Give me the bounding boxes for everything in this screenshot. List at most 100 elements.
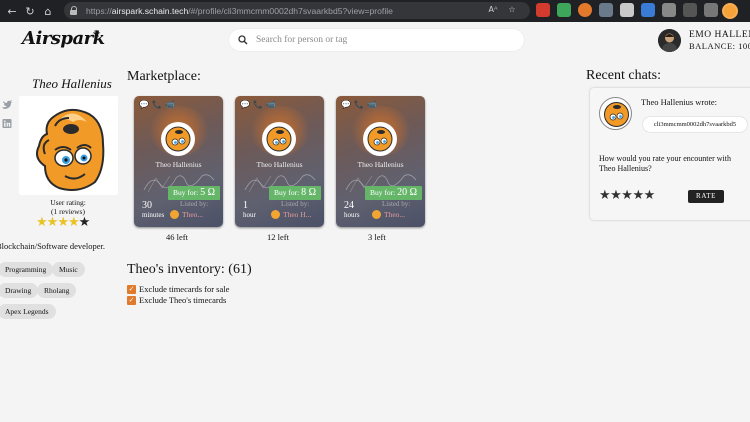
timecard[interactable]: 💬 📞 📹 Theo Hallenius Buy for: 8 Ω 1 hour L… [235,96,324,227]
user-avatar[interactable] [658,29,681,52]
url-host: airspark.schain.tech [111,5,189,16]
extension-icon[interactable] [662,3,676,17]
back-icon[interactable]: ← [2,1,22,21]
rating-question: How would you rate your encounter with T… [599,154,731,173]
tag-music[interactable]: Music [52,262,85,277]
profile-name: Theo Hallenius [32,76,112,91]
card-lister[interactable]: Theo... [372,210,405,219]
exclude-for-sale-checkbox[interactable]: ✓ Exclude timecards for sale [127,284,229,294]
extension-icon[interactable] [641,3,655,17]
chat-avatar[interactable] [599,97,632,130]
home-icon[interactable]: ⌂ [38,1,58,21]
user-balance: BALANCE: 1000 Ω [689,41,750,51]
buy-button[interactable]: Buy for: 20 Ω [364,186,422,200]
lock-icon [70,6,78,15]
extension-icon[interactable] [578,3,592,17]
card-duration: 24 [344,200,354,211]
browser-toolbar: ← ↻ ⌂ https://airspark.schain.tech/#/pro… [0,0,750,22]
phone-icon: 📞 [353,100,364,109]
timecard[interactable]: 💬 📞 📹 Theo Hallenius Buy for: 5 Ω 30 minut… [134,96,223,227]
rate-button[interactable]: RATE [688,190,724,203]
profile-bio: Blockchain/Software developer. [0,241,106,251]
extension-icon[interactable] [536,3,550,17]
rate-stars[interactable]: ★★★★★ [599,188,655,203]
listed-by-label: Listed by: [281,200,310,208]
card-duration-unit: hour [243,211,256,219]
card-lister[interactable]: Theo... [170,210,203,219]
card-duration: 1 [243,200,248,211]
card-duration: 30 [142,200,152,211]
buy-button[interactable]: Buy for: 5 Ω [167,186,220,200]
star-filled-icon: ★ [67,215,80,230]
url-path: /#/profile/cli3mmcmm0002dh7svaarkbd5?vie… [188,5,393,16]
extension-icon[interactable] [683,3,697,17]
inventory-title: Theo's inventory: (61) [127,262,252,277]
lister-name: Theo H... [283,210,312,219]
search-input[interactable] [256,35,516,45]
exclude-own-timecards-checkbox[interactable]: ✓ Exclude Theo's timecards [127,295,226,305]
remaining-count: 3 left [368,232,386,242]
card-contact-icons: 💬 📞 📹 [139,100,175,109]
card-duration-unit: minutes [142,211,165,219]
tag-apex-legends[interactable]: Apex Legends [0,304,56,319]
card-contact-icons: 💬 📞 📹 [341,100,377,109]
user-name[interactable]: EMO HALLENIUS [689,30,750,40]
video-icon: 📹 [265,100,276,109]
user-rating-stars: ★★★★★ [36,215,91,230]
card-avatar [363,122,397,156]
tag-rholang[interactable]: Rholang [37,283,77,298]
twitter-icon[interactable] [2,100,12,109]
card-price: 20 Ω [397,187,417,198]
lister-avatar [372,210,381,219]
extension-icon[interactable] [704,3,718,17]
buy-button[interactable]: Buy for: 8 Ω [268,186,321,200]
timecard[interactable]: 💬 📞 📹 Theo Hallenius Buy for: 20 Ω 24 hour… [336,96,425,227]
buy-label: Buy for: [172,188,199,197]
star-empty-icon: ★ [78,215,91,230]
listed-by-label: Listed by: [382,200,411,208]
video-icon: 📹 [366,100,377,109]
buy-label: Buy for: [369,188,396,197]
listed-by-label: Listed by: [180,200,209,208]
url-scheme: https:// [86,5,112,16]
lister-name: Theo... [384,210,406,219]
tag-drawing[interactable]: Drawing [0,283,39,298]
checkbox-checked-icon[interactable]: ✓ [127,295,136,305]
card-lister[interactable]: Theo H... [271,210,311,219]
video-icon: 📹 [164,100,175,109]
card-avatar [161,122,195,156]
linkedin-icon[interactable] [2,119,12,128]
lister-name: Theo... [182,210,204,219]
checkbox-label: Exclude timecards for sale [139,284,230,294]
chat-icon: 💬 [240,100,250,109]
read-aloud-icon[interactable]: Aᴬ [486,3,500,17]
chat-icon: 💬 [341,100,351,109]
address-bar[interactable]: https://airspark.schain.tech/#/profile/c… [64,2,530,19]
browser-profile-avatar[interactable] [722,3,738,19]
mascot-image [36,108,105,191]
address-bar-actions: Aᴬ ☆ [486,3,519,17]
chat-icon: 💬 [139,100,149,109]
chat-message-bubble[interactable]: cli3mmcmm0002dh7svaarkbd5 [643,117,747,132]
recent-chats-title: Recent chats: [586,68,662,83]
extension-icon[interactable] [599,3,613,17]
star-filled-icon: ★ [36,215,48,230]
extension-icon[interactable] [620,3,634,17]
checkbox-checked-icon[interactable]: ✓ [127,284,136,294]
extension-icon[interactable] [557,3,571,17]
tag-programming[interactable]: Programming [0,262,54,277]
phone-icon: 📞 [252,100,263,109]
favorite-icon[interactable]: ☆ [505,3,519,17]
buy-label: Buy for: [273,188,300,197]
search-icon [238,35,248,45]
refresh-icon[interactable]: ↻ [20,1,40,21]
remaining-count: 12 left [267,232,289,242]
profile-picture [19,96,118,195]
search-bar[interactable] [229,29,524,51]
chat-sender: Theo Hallenius wrote: [641,97,718,107]
checkbox-label: Exclude Theo's timecards [139,295,227,305]
extensions-bar [536,3,718,17]
card-avatar [262,122,296,156]
lister-avatar [170,210,179,219]
card-contact-icons: 💬 📞 📹 [240,100,276,109]
